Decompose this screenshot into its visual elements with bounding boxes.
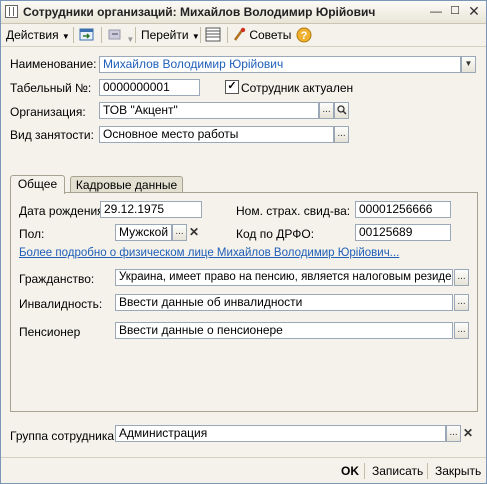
name-dropdown-button[interactable]: ▼ [461,56,476,73]
footer-bar: OK Записать Закрыть [1,457,486,484]
separator [227,27,228,43]
help-button[interactable]: ? [296,27,312,43]
employment-select-button[interactable]: ... [334,126,349,143]
tabnum-field[interactable]: 0000000001 [99,79,200,96]
employment-field[interactable]: Основное место работы [99,126,334,143]
close-button[interactable]: Закрыть [435,463,481,479]
clear-icon: ✕ [188,225,200,239]
actions-label: Действия [6,28,59,42]
select-icon: ... [449,427,458,438]
insurance-field[interactable]: 00001256666 [355,201,451,218]
gender-label: Пол: [19,227,45,241]
tips-icon [233,27,246,41]
select-icon: ... [337,128,346,139]
insurance-label: Ном. страх. свид-ва: [236,204,351,218]
checkbox-icon: ✓ [227,80,237,92]
employee-window: Сотрудники организаций: Михайлов Володим… [0,0,487,484]
list-icon [205,27,221,42]
employment-label: Вид занятости: [10,128,94,142]
birthdate-field[interactable]: 29.12.1975 [100,201,202,218]
minimize-icon[interactable]: — [428,4,444,19]
close-icon[interactable]: ✕ [466,4,482,19]
tabnum-label: Табельный №: [10,81,92,95]
name-label: Наименование: [10,57,97,71]
select-icon: ... [457,324,466,335]
pensioner-field[interactable]: Ввести данные о пенсионере [115,322,453,339]
group-select-button[interactable]: ... [446,425,461,442]
citizenship-label: Гражданство: [19,272,95,286]
save-button[interactable]: Записать [372,463,423,479]
toolbar: Действия ▼ ▼ Перейти ▼ Советы ? [1,24,486,47]
goto-label: Перейти [141,28,189,42]
pensioner-select-button[interactable]: ... [454,322,469,339]
chevron-down-icon: ▼ [191,32,200,41]
help-icon: ? [296,27,312,43]
name-field[interactable]: Михайлов Володимир Юрійович [99,56,461,73]
ok-button[interactable]: OK [341,463,359,479]
org-search-button[interactable] [334,102,349,119]
gender-clear-button[interactable]: ✕ [187,224,201,241]
disability-field[interactable]: Ввести данные об инвалидности [115,294,453,311]
actions-menu[interactable]: Действия ▼ [6,27,70,43]
gender-select-button[interactable]: ... [172,224,187,241]
pensioner-label: Пенсионер [19,325,81,339]
gender-field[interactable]: Мужской [115,224,172,241]
select-icon: ... [322,104,331,115]
disability-select-button[interactable]: ... [454,294,469,311]
chevron-down-icon: ▼ [126,35,135,44]
tab-general[interactable]: Общее [10,175,65,194]
separator [364,463,365,479]
new-window-button[interactable] [79,27,95,43]
active-checkbox[interactable]: ✓ [225,80,239,94]
chevron-down-icon: ▼ [61,32,70,41]
back-button[interactable]: ▼ [107,27,135,44]
drfo-field[interactable]: 00125689 [355,224,451,241]
select-icon: ... [175,226,184,237]
tips-label: Советы [249,28,292,42]
group-clear-button[interactable]: ✕ [461,425,475,442]
separator [427,463,428,479]
drfo-label: Код по ДРФО: [236,227,315,241]
goto-menu[interactable]: Перейти ▼ [141,27,200,43]
search-icon [336,105,347,115]
citizenship-field[interactable]: Украина, имеет право на пенсию, является… [115,269,453,286]
active-label: Сотрудник актуален [241,81,354,95]
person-details-link[interactable]: Более подробно о физическом лице Михайло… [19,247,399,259]
clear-icon: ✕ [462,426,474,440]
org-label: Организация: [10,105,86,119]
org-select-button[interactable]: ... [319,102,334,119]
dropdown-icon: ▼ [464,59,473,68]
select-icon: ... [457,271,466,282]
disability-label: Инвалидность: [19,297,103,311]
separator [200,27,201,43]
group-field[interactable]: Администрация [115,425,446,442]
group-label: Группа сотрудника: [10,429,118,443]
back-icon [108,29,121,40]
citizenship-select-button[interactable]: ... [454,269,469,286]
tips-button[interactable]: Советы [232,27,291,43]
svg-text:?: ? [301,30,308,42]
separator [135,27,136,43]
separator [73,27,74,43]
select-icon: ... [457,296,466,307]
window-title: Сотрудники организаций: Михайлов Володим… [23,5,376,19]
list-button[interactable] [205,27,221,43]
birthdate-label: Дата рождения: [19,204,107,218]
separator [101,27,102,43]
table-icon [5,5,18,18]
new-window-icon [79,28,94,41]
title-bar: Сотрудники организаций: Михайлов Володим… [1,1,486,24]
org-field[interactable]: ТОВ "Акцент" [99,102,319,119]
maximize-icon[interactable]: ☐ [447,4,463,19]
